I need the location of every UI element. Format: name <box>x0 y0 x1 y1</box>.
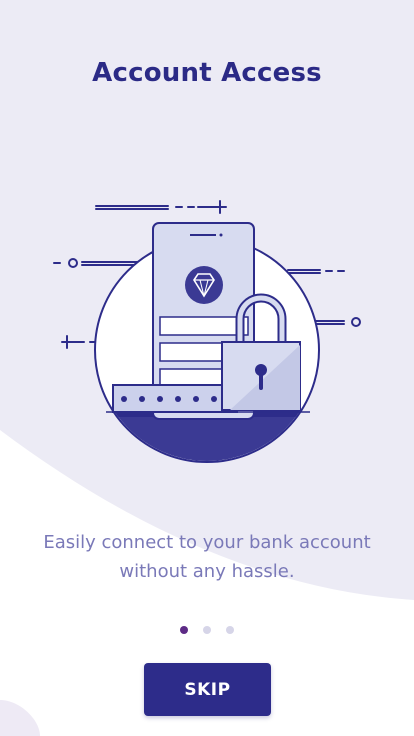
account-access-illustration <box>53 200 361 463</box>
page-indicator <box>0 619 414 638</box>
page-dot-3[interactable] <box>226 625 235 634</box>
page-dot-1[interactable] <box>179 625 188 634</box>
skip-button[interactable]: SKIP <box>144 663 271 716</box>
onboarding-description: Easily connect to your bank account with… <box>20 528 394 586</box>
page-dot-2[interactable] <box>203 625 211 634</box>
subtitle-line-1: Easily connect to your bank account <box>43 532 371 553</box>
subtitle-line-2: without any hassle. <box>119 561 295 582</box>
page-title: Account Access <box>92 58 322 88</box>
diamond-logo-icon <box>185 266 223 304</box>
